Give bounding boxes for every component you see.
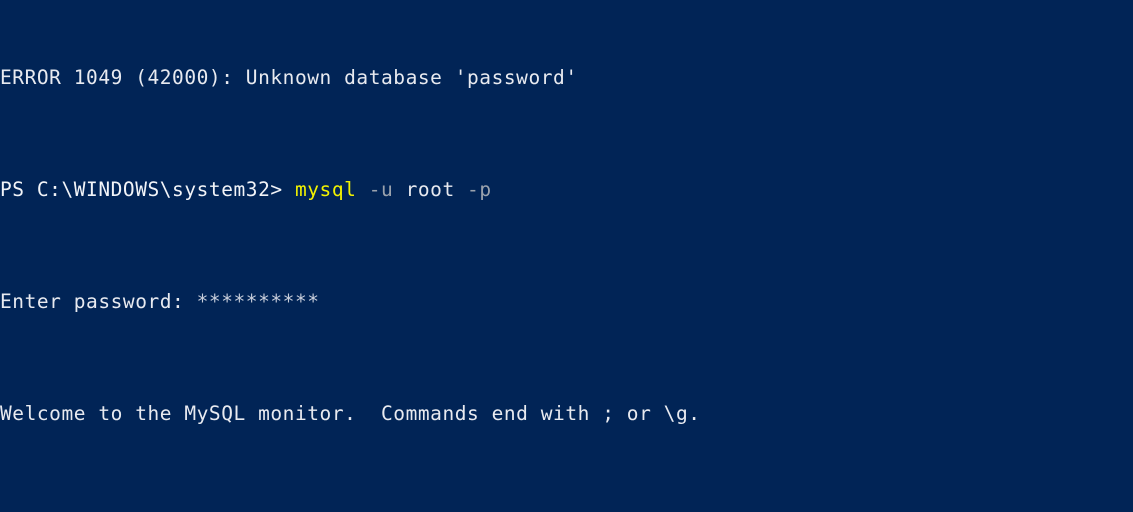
terminal-line-mysql-command: PS C:\WINDOWS\system32> mysql -u root -p	[0, 176, 1133, 204]
terminal-line-welcome: Welcome to the MySQL monitor. Commands e…	[0, 400, 1133, 428]
shell-prompt: PS C:\WINDOWS\system32>	[0, 178, 295, 201]
powershell-terminal-window[interactable]: ERROR 1049 (42000): Unknown database 'pa…	[0, 0, 1133, 512]
password-mask-field: **********	[196, 290, 320, 313]
enter-password-label: Enter password:	[0, 290, 197, 313]
terminal-screen-buffer[interactable]: ERROR 1049 (42000): Unknown database 'pa…	[0, 0, 1133, 512]
error-message-text: ERROR 1049 (42000): Unknown database 'pa…	[0, 66, 578, 89]
argument-root: root	[393, 178, 455, 201]
command-name-mysql: mysql	[294, 178, 357, 201]
terminal-line-error: ERROR 1049 (42000): Unknown database 'pa…	[0, 64, 1133, 92]
welcome-text: Welcome to the MySQL monitor. Commands e…	[0, 402, 701, 425]
flag-password: -p	[454, 178, 492, 201]
terminal-line-enter-password: Enter password: **********	[0, 288, 1133, 316]
flag-user: -u	[356, 178, 394, 201]
